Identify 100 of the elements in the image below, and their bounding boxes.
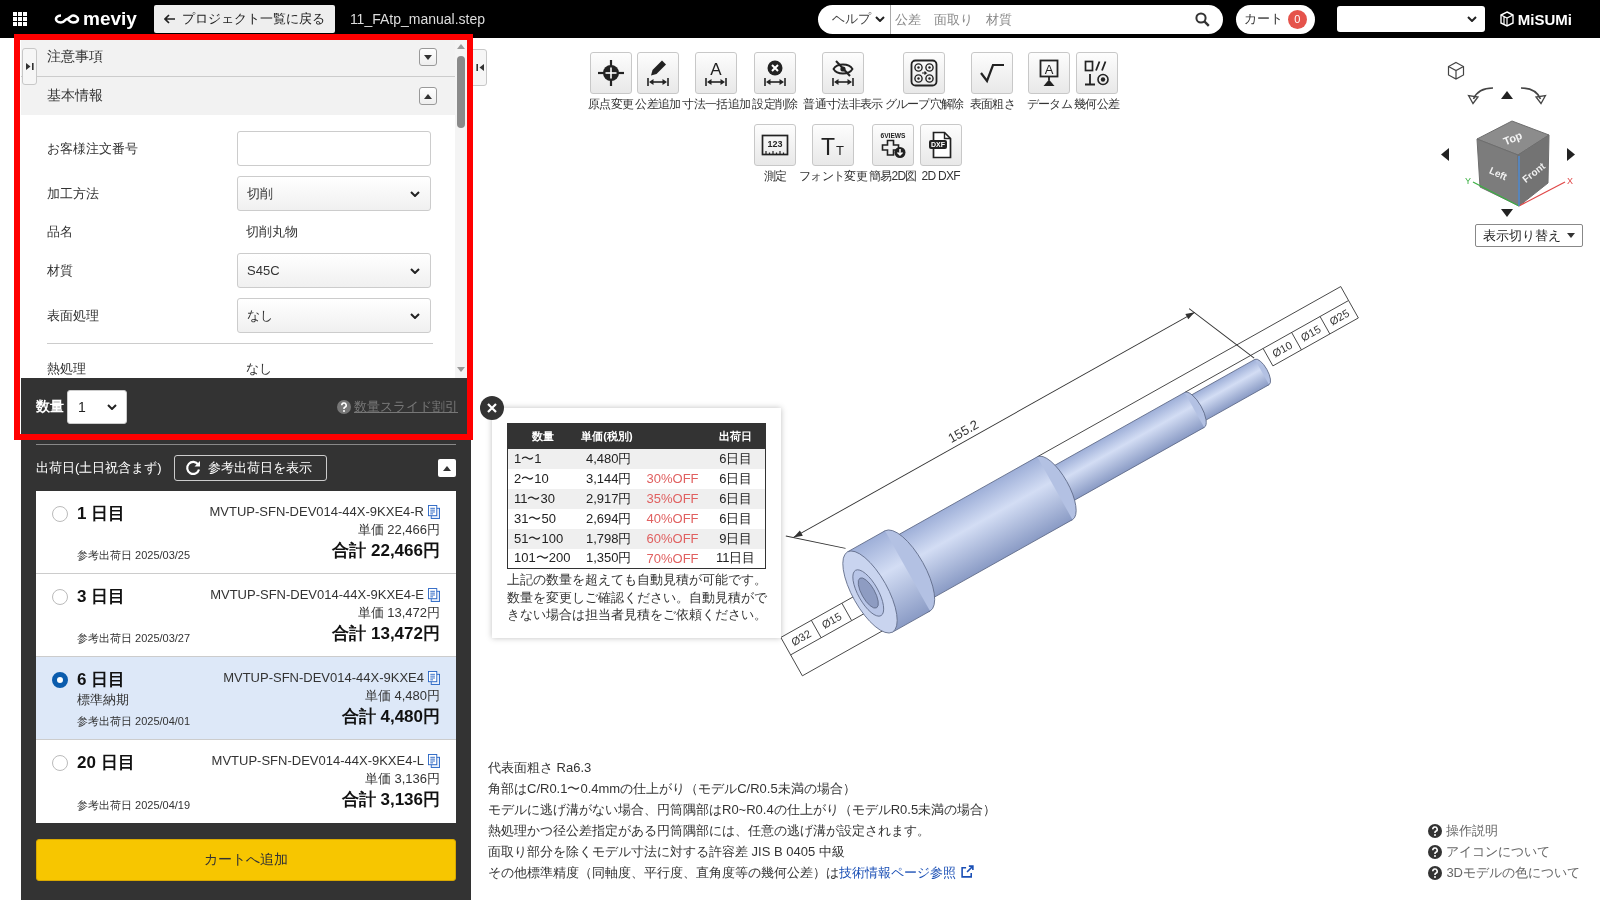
reference-date-button[interactable]: 参考出荷日を表示	[173, 455, 327, 481]
section-header[interactable]: 基本情報	[21, 77, 455, 115]
part-number: MVTUP-SFN-DEV014-44X-9KXE4-E	[210, 586, 424, 604]
radio-button[interactable]	[52, 755, 68, 771]
chevron-down-icon	[410, 267, 420, 274]
right-arrow-icon[interactable]	[1567, 148, 1575, 161]
delivery-option[interactable]: 1 日目 参考出荷日 2025/03/25 MVTUP-SFN-DEV014-44X-9KXE4-R 単価 22,466円 合計 22,466円	[36, 491, 456, 574]
cart-button[interactable]: カート 0	[1235, 4, 1315, 34]
tool-button[interactable]	[589, 52, 632, 94]
note-text: 熱処理かつ径公差指定がある円筒隅部には、任意の逃げ溝が設定されます。	[488, 822, 931, 840]
discount-cell: 60%OFF	[636, 528, 707, 549]
axis-label: Y	[1465, 176, 1471, 186]
arrow-left-icon	[163, 14, 176, 24]
tool-button[interactable]	[971, 52, 1014, 94]
tool-button[interactable]	[903, 52, 946, 94]
dimension-label: Ø15	[819, 610, 844, 631]
delivery-option[interactable]: 20 日目 参考出荷日 2025/04/19 MVTUP-SFN-DEV014-44X-9KXE4-L 単価 3,136円 合計 3,136円	[36, 740, 456, 823]
text-input-field[interactable]	[237, 131, 431, 166]
help-link[interactable]: 操作説明	[1428, 820, 1580, 841]
down-arrow-icon[interactable]	[1501, 209, 1513, 217]
tool-label: フォント変更	[799, 169, 867, 183]
tool-label: グループ穴解除	[884, 97, 964, 111]
radio-button[interactable]	[52, 672, 68, 688]
back-button[interactable]: プロジェクト一覧に戻る	[153, 5, 335, 33]
note-text: その他標準精度（同軸度、平行度、直角度等の幾何公差）は技術情報ページ参照	[488, 862, 997, 883]
rotate-left-icon[interactable]	[1467, 87, 1494, 105]
tool-button[interactable]: TT	[811, 124, 854, 166]
scrollbar[interactable]	[455, 38, 467, 378]
help-link[interactable]: 3Dモデルの色について	[1428, 862, 1580, 883]
axis-label: X	[1567, 176, 1573, 186]
hole-pattern-icon	[910, 59, 939, 87]
file-name: 11_FAtp_manual.step	[349, 11, 486, 27]
quantity-dropdown[interactable]: 1	[67, 390, 127, 424]
left-arrow-icon[interactable]	[1441, 148, 1449, 161]
radio-button[interactable]	[52, 506, 68, 522]
up-arrow-icon[interactable]	[1501, 91, 1513, 99]
delivery-option[interactable]: 6 日目 標準納期 参考出荷日 2025/04/01 MVTUP-SFN-DEV014-44X-9KXE4 単価 4,480円 合計 4,480円	[36, 657, 456, 740]
tool-label: データム	[1026, 97, 1073, 111]
scrollbar-thumb[interactable]	[457, 56, 465, 128]
help-link[interactable]: アイコンについて	[1428, 841, 1580, 862]
tool-label: 測定	[763, 169, 787, 183]
cube-outline-icon[interactable]	[1447, 61, 1465, 80]
chevron-down-icon	[1466, 16, 1477, 22]
part-number: MVTUP-SFN-DEV014-44X-9KXE4-L	[211, 752, 424, 770]
field-label: 材質	[47, 261, 74, 280]
close-button[interactable]	[480, 396, 504, 420]
cart-count-badge: 0	[1287, 9, 1307, 29]
tool-button[interactable]: 123	[754, 124, 796, 166]
copy-icon[interactable]	[428, 671, 440, 685]
discount-cell: 70%OFF	[636, 548, 707, 569]
add-to-cart-button[interactable]: カートへ追加	[36, 839, 456, 881]
lead-time-label: 1 日目	[77, 503, 127, 525]
standard-delivery-label: 標準納期	[77, 691, 130, 709]
chevron-down-icon	[410, 190, 420, 197]
dropdown[interactable]: なし	[237, 298, 431, 333]
delivery-option[interactable]: 3 日目 参考出荷日 2025/03/27 MVTUP-SFN-DEV014-44X-9KXE4-E 単価 13,472円 合計 13,472円	[36, 574, 456, 657]
collapse-toggle-button[interactable]	[419, 48, 437, 66]
tool-button[interactable]	[636, 52, 679, 94]
scroll-up-icon[interactable]	[457, 44, 465, 49]
table-cell: 31〜50	[507, 508, 578, 529]
tool-button[interactable]: A	[695, 52, 738, 94]
table-cell: 2,694円	[577, 508, 637, 529]
panel-toggle-button[interactable]	[22, 48, 37, 85]
external-link-icon[interactable]	[961, 865, 974, 878]
tool-button[interactable]	[821, 52, 864, 94]
tech-info-link[interactable]: 技術情報ページ参照	[839, 865, 956, 880]
section-header[interactable]: 注意事項	[21, 38, 455, 77]
table-cell: 51〜100	[507, 528, 578, 549]
triangle-down-icon	[424, 54, 432, 60]
part-number: MVTUP-SFN-DEV014-44X-9KXE4	[223, 669, 424, 687]
radio-button[interactable]	[52, 589, 68, 605]
field-label: 熱処理	[47, 360, 87, 378]
table-cell: 6日目	[706, 508, 766, 529]
rotate-right-icon[interactable]	[1520, 87, 1547, 105]
search-button[interactable]	[1188, 4, 1223, 34]
search-field[interactable]: 公差 面取り 材質	[890, 4, 1189, 34]
copy-icon[interactable]	[428, 588, 440, 602]
table-cell: 6日目	[706, 488, 766, 509]
dropdown[interactable]: 切削	[237, 176, 431, 211]
dropdown[interactable]: S45C	[237, 253, 431, 288]
collapse-toggle-button[interactable]	[438, 459, 456, 477]
table-cell: 1〜1	[507, 448, 578, 469]
view-switch-dropdown[interactable]: 表示切り替え	[1475, 224, 1583, 247]
scroll-down-icon[interactable]	[457, 367, 465, 372]
tool-button[interactable]	[1075, 52, 1118, 94]
brand-name: meviy	[83, 8, 137, 30]
dimension-label: Ø15	[1298, 322, 1323, 344]
help-icon	[1428, 823, 1443, 838]
help-icon	[1428, 844, 1443, 859]
collapse-toggle-button[interactable]	[419, 87, 437, 105]
copy-icon[interactable]	[428, 505, 440, 519]
copy-icon[interactable]	[428, 754, 440, 768]
tool-button[interactable]	[753, 52, 796, 94]
tool-button[interactable]: A	[1028, 52, 1071, 94]
column-header: 単価(税別)	[577, 423, 637, 449]
lead-time-label: 3 日目	[77, 586, 127, 608]
table-cell: 1,350円	[577, 548, 637, 569]
column-header: 出荷日	[706, 423, 766, 449]
app-grid-icon[interactable]	[13, 12, 27, 26]
scope-dropdown[interactable]: ヘルプ	[817, 4, 891, 34]
